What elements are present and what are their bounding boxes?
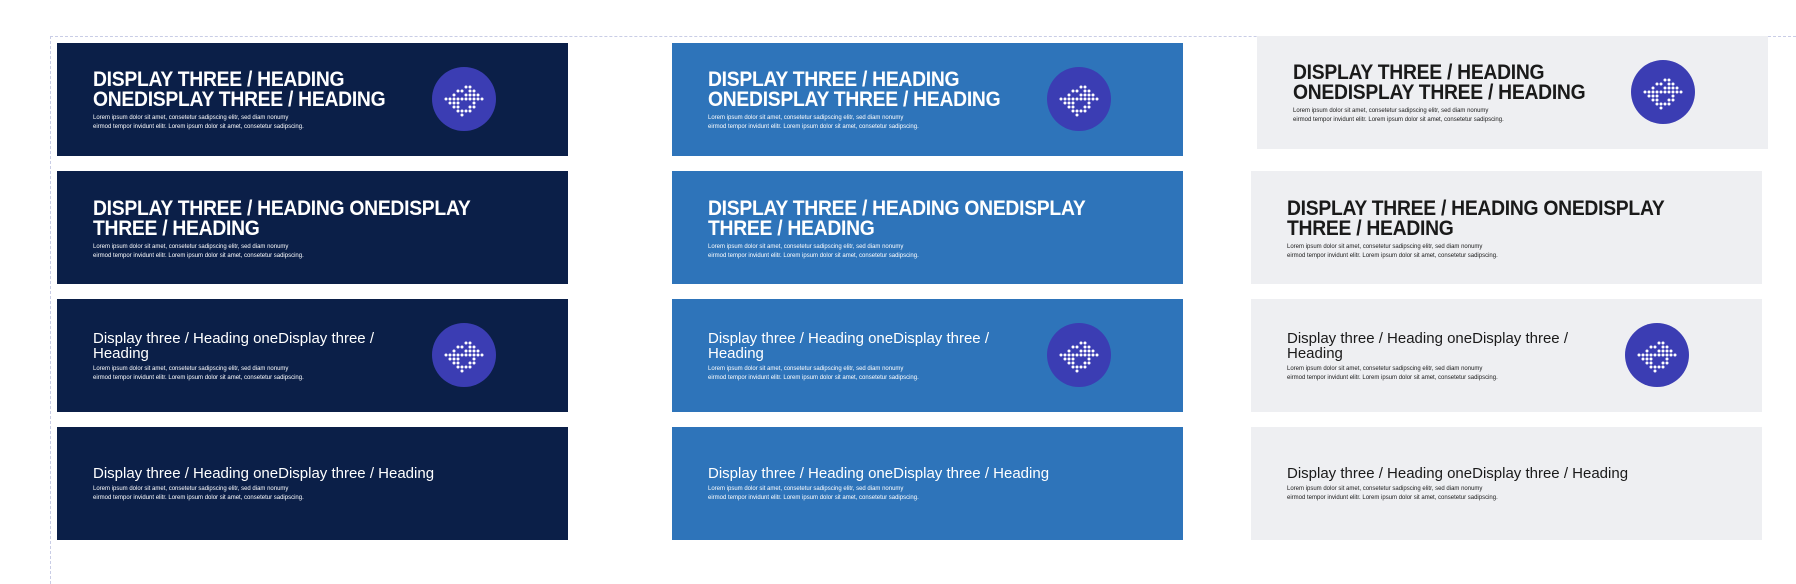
card-light-row1: DISPLAY THREE / HEADING ONEDISPLAY THREE… bbox=[1257, 36, 1768, 149]
dotted-arrows-icon bbox=[1625, 323, 1689, 387]
card-title: Display three / Heading oneDisplay three… bbox=[1287, 465, 1629, 482]
card-blue-row2: DISPLAY THREE / HEADING ONEDISPLAY THREE… bbox=[672, 171, 1183, 284]
card-dark-row1: DISPLAY THREE / HEADING ONEDISPLAY THREE… bbox=[57, 43, 568, 156]
card-light-row4: Display three / Heading oneDisplay three… bbox=[1251, 427, 1762, 540]
card-blue-row4: Display three / Heading oneDisplay three… bbox=[672, 427, 1183, 540]
card-title: Display three / Heading oneDisplay three… bbox=[708, 465, 1050, 482]
card-body: Lorem ipsum dolor sit amet, consetetur s… bbox=[708, 366, 919, 381]
card-body: Lorem ipsum dolor sit amet, consetetur s… bbox=[1287, 486, 1498, 501]
card-body: Lorem ipsum dolor sit amet, consetetur s… bbox=[93, 486, 304, 501]
card-body: Lorem ipsum dolor sit amet, consetetur s… bbox=[1293, 108, 1504, 123]
card-body: Lorem ipsum dolor sit amet, consetetur s… bbox=[93, 366, 304, 381]
card-body: Lorem ipsum dolor sit amet, consetetur s… bbox=[1287, 366, 1498, 381]
card-title: Display three / Heading oneDisplay three… bbox=[1287, 330, 1568, 362]
dotted-arrows-icon bbox=[1047, 67, 1111, 131]
card-dark-row3: Display three / Heading oneDisplay three… bbox=[57, 299, 568, 412]
card-body: Lorem ipsum dolor sit amet, consetetur s… bbox=[708, 244, 919, 259]
card-dark-row4: Display three / Heading oneDisplay three… bbox=[57, 427, 568, 540]
card-title: Display three / Heading oneDisplay three… bbox=[93, 465, 435, 482]
dotted-arrows-icon bbox=[1047, 323, 1111, 387]
dotted-arrows-icon bbox=[1631, 60, 1695, 124]
card-title: Display three / Heading oneDisplay three… bbox=[708, 330, 989, 362]
card-body: Lorem ipsum dolor sit amet, consetetur s… bbox=[93, 115, 304, 130]
card-light-row2: DISPLAY THREE / HEADING ONEDISPLAY THREE… bbox=[1251, 171, 1762, 284]
card-title: DISPLAY THREE / HEADING ONEDISPLAY THREE… bbox=[1293, 61, 1586, 104]
card-title: DISPLAY THREE / HEADING ONEDISPLAY THREE… bbox=[708, 197, 1086, 240]
card-body: Lorem ipsum dolor sit amet, consetetur s… bbox=[93, 244, 304, 259]
card-title: DISPLAY THREE / HEADING ONEDISPLAY THREE… bbox=[708, 68, 1001, 111]
card-dark-row2: DISPLAY THREE / HEADING ONEDISPLAY THREE… bbox=[57, 171, 568, 284]
card-blue-row3: Display three / Heading oneDisplay three… bbox=[672, 299, 1183, 412]
card-title: DISPLAY THREE / HEADING ONEDISPLAY THREE… bbox=[93, 68, 386, 111]
card-body: Lorem ipsum dolor sit amet, consetetur s… bbox=[708, 115, 919, 130]
card-title: Display three / Heading oneDisplay three… bbox=[93, 330, 374, 362]
card-title: DISPLAY THREE / HEADING ONEDISPLAY THREE… bbox=[93, 197, 471, 240]
card-title: DISPLAY THREE / HEADING ONEDISPLAY THREE… bbox=[1287, 197, 1665, 240]
dotted-arrows-icon bbox=[432, 323, 496, 387]
dotted-arrows-icon bbox=[432, 67, 496, 131]
card-blue-row1: DISPLAY THREE / HEADING ONEDISPLAY THREE… bbox=[672, 43, 1183, 156]
card-body: Lorem ipsum dolor sit amet, consetetur s… bbox=[1287, 244, 1498, 259]
card-body: Lorem ipsum dolor sit amet, consetetur s… bbox=[708, 486, 919, 501]
card-light-row3: Display three / Heading oneDisplay three… bbox=[1251, 299, 1762, 412]
